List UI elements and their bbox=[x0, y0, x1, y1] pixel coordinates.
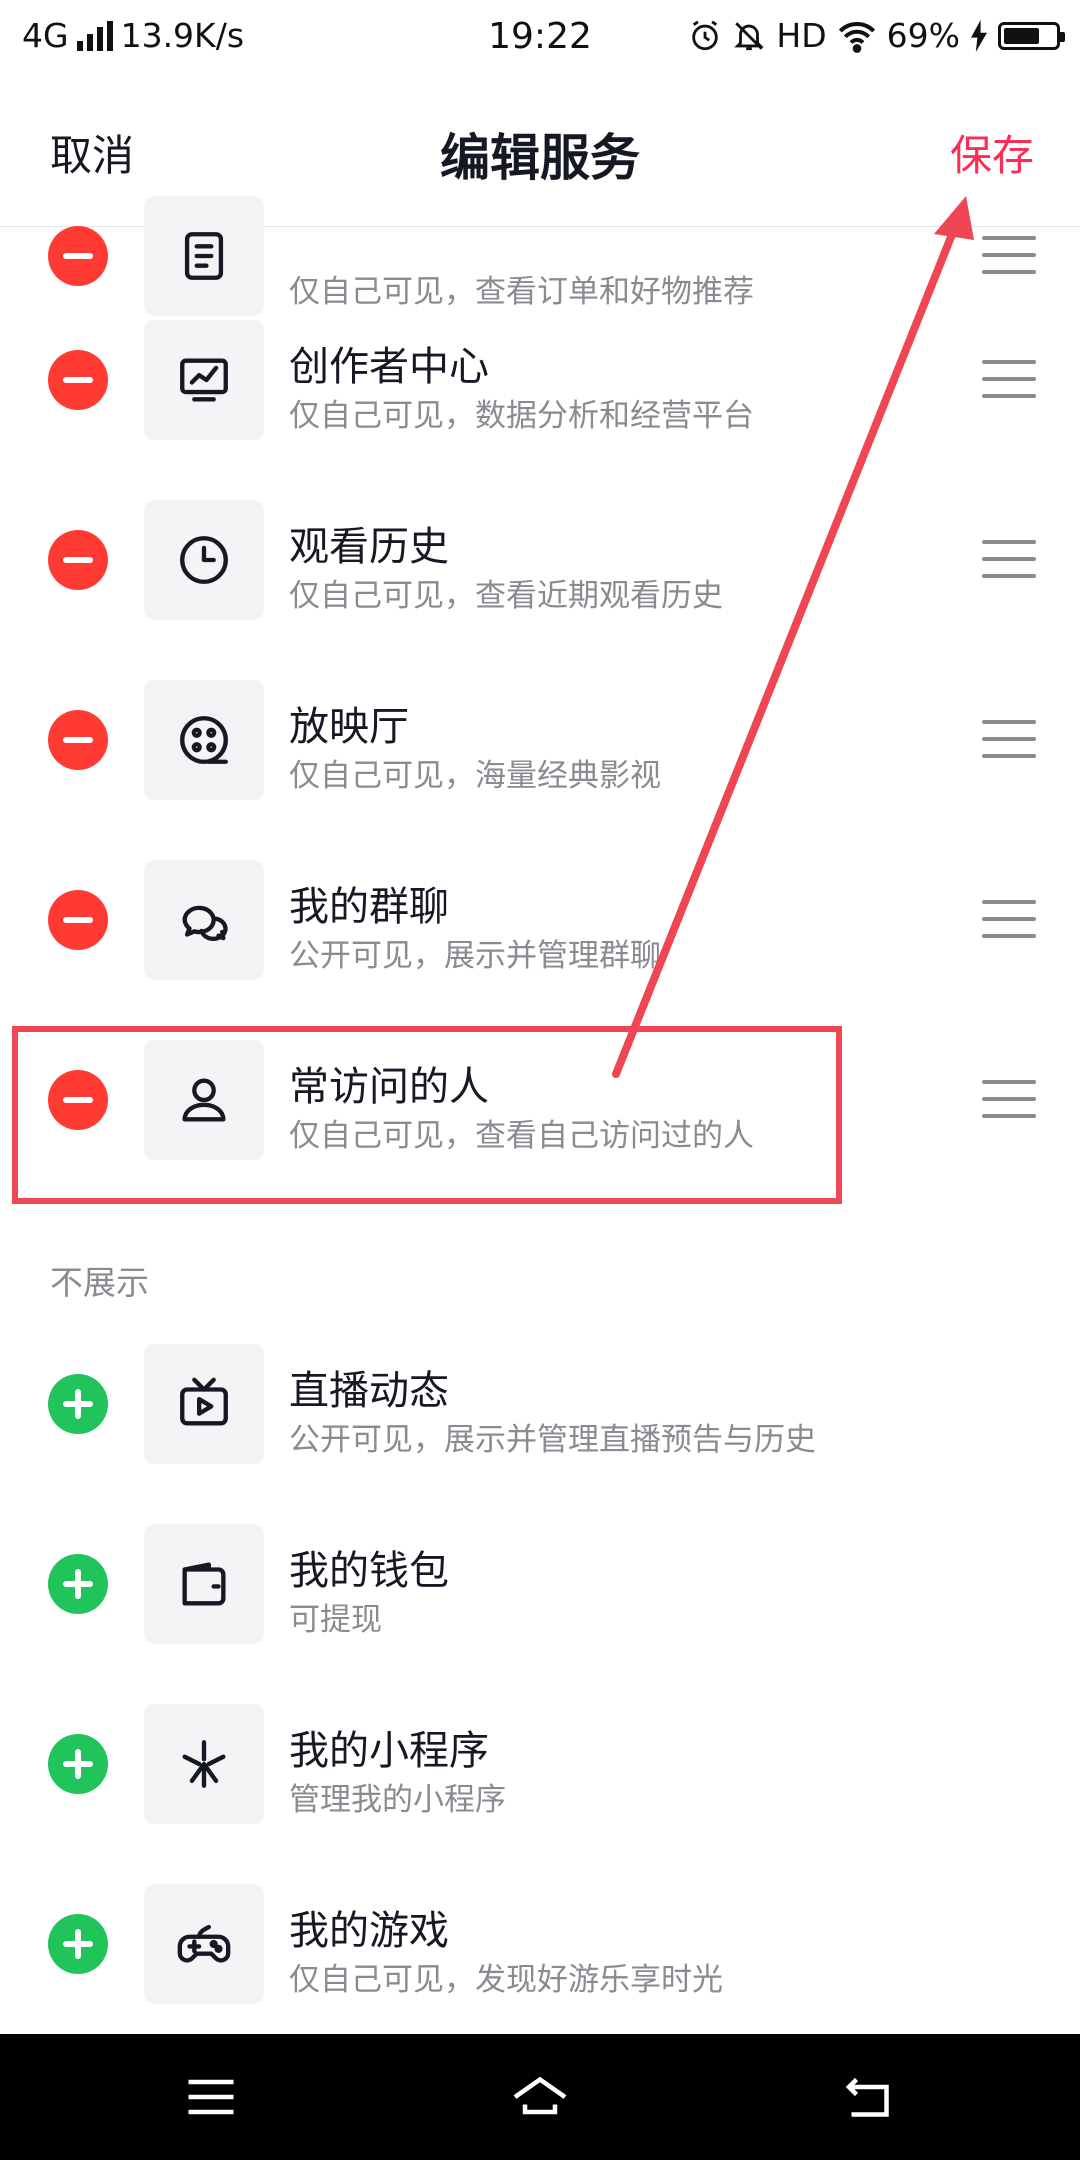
service-row[interactable]: 放映厅仅自己可见，海量经典影视 bbox=[0, 650, 1080, 830]
status-right: HD 69% bbox=[688, 16, 1065, 55]
service-name: 常访问的人 bbox=[289, 1064, 489, 1110]
service-description: 仅自己可见，数据分析和经营平台 bbox=[289, 398, 754, 434]
add-button[interactable] bbox=[48, 1374, 108, 1434]
back-button[interactable] bbox=[824, 2062, 914, 2132]
hidden-section-label: 不展示 bbox=[50, 1263, 149, 1302]
battery-percent: 69% bbox=[886, 16, 960, 55]
drag-handle-icon[interactable] bbox=[982, 1080, 1036, 1120]
home-icon bbox=[513, 2076, 567, 2115]
service-name: 放映厅 bbox=[289, 704, 409, 750]
person-icon bbox=[144, 1040, 264, 1160]
remove-button[interactable] bbox=[48, 710, 108, 770]
system-nav-bar bbox=[0, 2034, 1080, 2160]
remove-button[interactable] bbox=[48, 350, 108, 410]
service-row[interactable]: 我的游戏仅自己可见，发现好游乐享时光 bbox=[0, 1854, 1080, 2034]
menu-icon bbox=[188, 2079, 234, 2115]
service-name: 我的小程序 bbox=[289, 1728, 489, 1774]
service-row[interactable]: 我的群聊公开可见，展示并管理群聊 bbox=[0, 830, 1080, 1010]
service-row[interactable]: 创作者中心仅自己可见，数据分析和经营平台 bbox=[0, 290, 1080, 470]
drag-handle-icon[interactable] bbox=[982, 900, 1036, 940]
drag-handle-icon[interactable] bbox=[982, 720, 1036, 760]
wallet-icon bbox=[144, 1524, 264, 1644]
charging-icon bbox=[971, 19, 987, 52]
service-name: 创作者中心 bbox=[289, 344, 489, 390]
back-icon bbox=[845, 2077, 889, 2117]
service-name: 直播动态 bbox=[289, 1368, 449, 1414]
drag-handle-icon[interactable] bbox=[982, 236, 1036, 276]
battery-level bbox=[1004, 27, 1039, 44]
service-row[interactable]: 我的小程序管理我的小程序 bbox=[0, 1674, 1080, 1854]
add-button[interactable] bbox=[48, 1554, 108, 1614]
add-button[interactable] bbox=[48, 1734, 108, 1794]
hd-badge: HD bbox=[776, 16, 827, 55]
status-bar: 4G 13.9K/s 19:22 HD 69% bbox=[0, 0, 1080, 72]
service-description: 仅自己可见，查看自己访问过的人 bbox=[289, 1118, 754, 1154]
remove-button[interactable] bbox=[48, 226, 108, 286]
remove-button[interactable] bbox=[48, 890, 108, 950]
chart-monitor-icon bbox=[144, 320, 264, 440]
remove-button[interactable] bbox=[48, 1070, 108, 1130]
service-description: 管理我的小程序 bbox=[289, 1782, 506, 1818]
service-name: 我的游戏 bbox=[289, 1908, 449, 1954]
service-row[interactable]: 常访问的人仅自己可见，查看自己访问过的人 bbox=[0, 1010, 1080, 1190]
service-name: 观看历史 bbox=[289, 524, 449, 570]
service-row[interactable]: 观看历史仅自己可见，查看近期观看历史 bbox=[0, 470, 1080, 650]
service-description: 仅自己可见，查看近期观看历史 bbox=[289, 578, 723, 614]
clock-icon bbox=[144, 500, 264, 620]
alarm-icon bbox=[692, 20, 719, 50]
drag-handle-icon[interactable] bbox=[982, 360, 1036, 400]
service-description: 仅自己可见，发现好游乐享时光 bbox=[289, 1962, 723, 1998]
service-row[interactable]: 直播动态公开可见，展示并管理直播预告与历史 bbox=[0, 1314, 1080, 1494]
wifi-icon bbox=[838, 21, 875, 53]
battery-icon bbox=[998, 21, 1065, 50]
add-button[interactable] bbox=[48, 1914, 108, 1974]
chat-bubbles-icon bbox=[144, 860, 264, 980]
film-reel-icon bbox=[144, 680, 264, 800]
service-name: 我的钱包 bbox=[289, 1548, 449, 1594]
home-button[interactable] bbox=[495, 2062, 585, 2132]
tv-play-icon bbox=[144, 1344, 264, 1464]
gamepad-icon bbox=[144, 1884, 264, 2004]
bell-muted-icon bbox=[734, 21, 765, 50]
drag-handle-icon[interactable] bbox=[982, 540, 1036, 580]
mini-program-icon bbox=[144, 1704, 264, 1824]
service-description: 公开可见，展示并管理直播预告与历史 bbox=[289, 1422, 816, 1458]
remove-button[interactable] bbox=[48, 530, 108, 590]
menu-button[interactable] bbox=[166, 2062, 256, 2132]
service-row[interactable]: 我的钱包 可提现 bbox=[0, 1494, 1080, 1674]
service-name: 我的群聊 bbox=[289, 884, 449, 930]
service-description: 可提现 bbox=[289, 1602, 382, 1638]
service-description: 公开可见，展示并管理群聊 bbox=[289, 938, 661, 974]
service-description: 仅自己可见，海量经典影视 bbox=[289, 758, 661, 794]
